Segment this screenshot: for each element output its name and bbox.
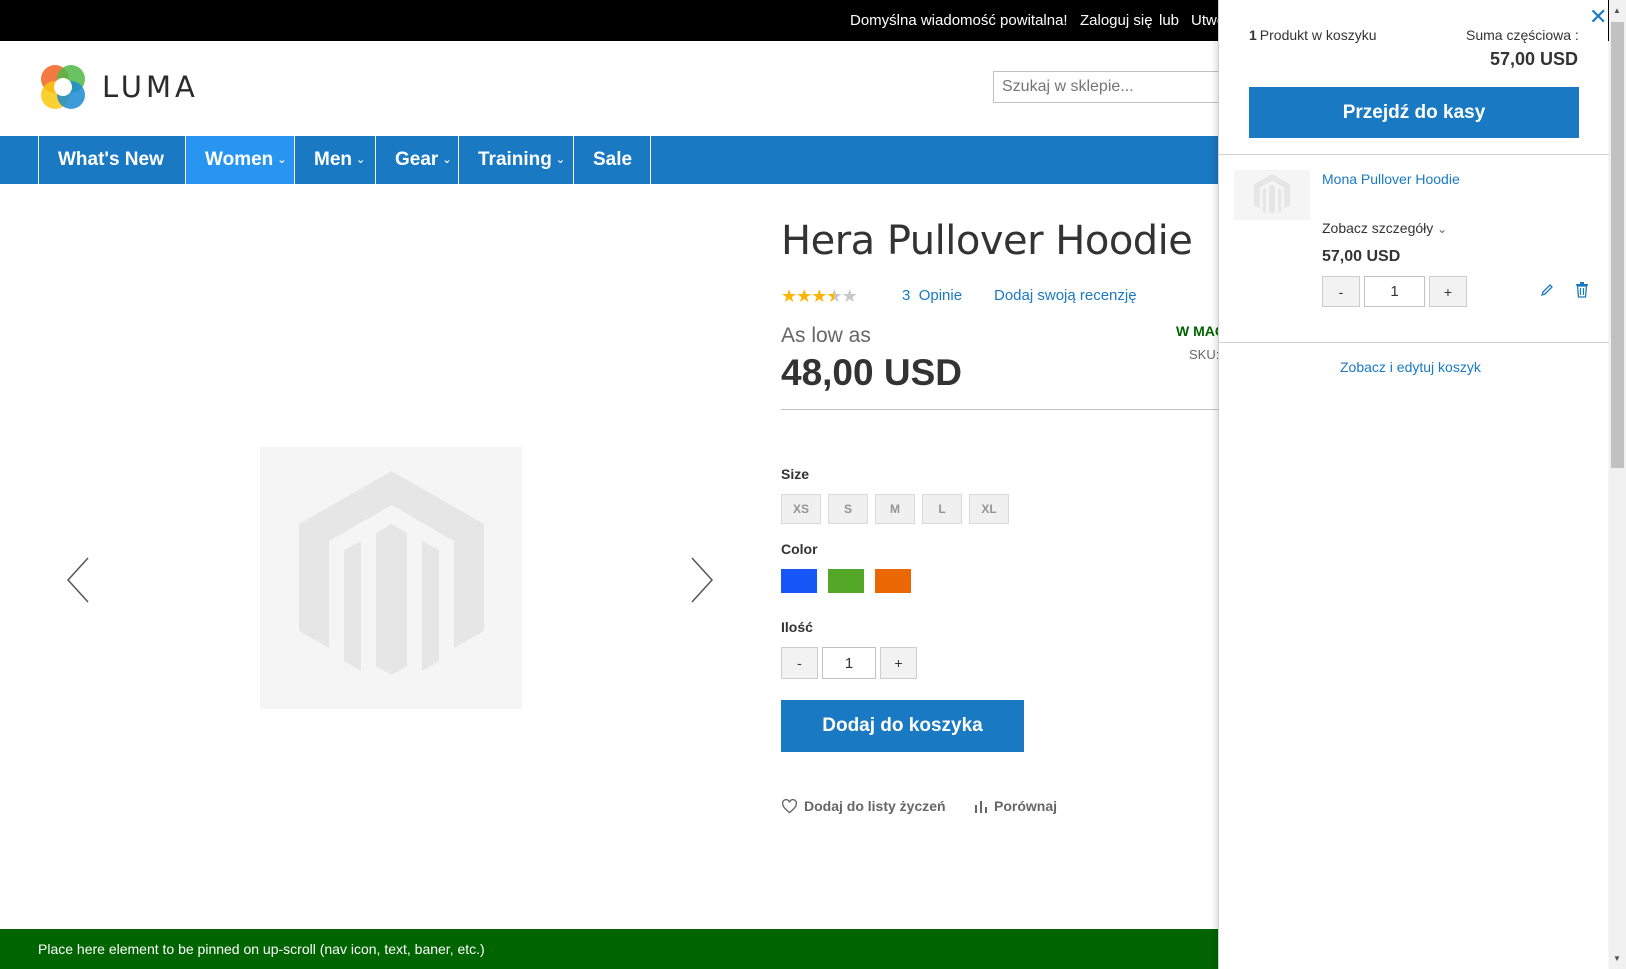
close-icon[interactable]: ✕	[1589, 4, 1607, 30]
reviews-link[interactable]: 3 Opinie	[902, 287, 962, 304]
magento-placeholder-icon	[1254, 174, 1290, 214]
heart-icon	[781, 798, 798, 814]
subtotal-value: 57,00 USD	[1490, 49, 1579, 69]
qty-plus-button[interactable]: +	[880, 647, 917, 679]
minicart-count: 1 Produkt w koszyku	[1249, 27, 1377, 43]
cart-qty-minus-button[interactable]: -	[1322, 276, 1360, 307]
cart-item-name[interactable]: Mona Pullover Hoodie	[1322, 171, 1460, 187]
trash-icon[interactable]	[1575, 282, 1589, 303]
nav-label: Women	[205, 149, 274, 170]
size-swatch-xs[interactable]: XS	[781, 494, 821, 524]
add-to-cart-button[interactable]: Dodaj do koszyka	[781, 700, 1024, 752]
star-icon: ★	[796, 286, 812, 306]
logo-text: LUMA	[102, 70, 199, 104]
product-price: 48,00 USD	[781, 352, 962, 393]
nav-item-women[interactable]: Women ⌄	[185, 136, 294, 184]
checkout-button[interactable]: Przejdź do kasy	[1249, 87, 1579, 138]
add-to-wishlist-link[interactable]: Dodaj do listy życzeń	[781, 798, 946, 814]
star-icon: ★	[811, 286, 827, 306]
nav-label: Gear	[395, 149, 439, 170]
chevron-down-icon: ⌄	[1437, 222, 1448, 236]
chevron-down-icon: ⌄	[555, 154, 566, 166]
nav-item-training[interactable]: Training ⌄	[458, 136, 573, 184]
size-swatch-s[interactable]: S	[828, 494, 868, 524]
nav-label: Training	[478, 149, 552, 170]
login-link[interactable]: Zaloguj się	[1080, 12, 1153, 29]
cart-item-thumbnail[interactable]	[1234, 170, 1310, 220]
wishlist-label: Dodaj do listy życzeń	[804, 798, 946, 814]
nav-item-whats-new[interactable]: What's New	[38, 136, 185, 184]
pinned-footer-text: Place here element to be pinned on up-sc…	[38, 941, 485, 957]
main-nav: What's New Women ⌄ Men ⌄ Gear ⌄ Training ⌄ S…	[0, 136, 1220, 184]
see-details-toggle[interactable]: Zobacz szczegóły ⌄	[1322, 220, 1447, 236]
nav-divider	[650, 136, 651, 184]
minicart-divider	[1219, 342, 1609, 343]
gallery-prev-arrow-icon[interactable]	[64, 555, 92, 610]
chevron-down-icon: ⌄	[442, 154, 452, 166]
see-details-label: Zobacz szczegóły	[1322, 220, 1434, 236]
or-text: lub	[1159, 12, 1180, 29]
minicart-divider	[1219, 154, 1609, 155]
stock-status: W MAGAZYNIE	[1176, 323, 1218, 339]
product-title: Hera Pullover Hoodie	[781, 218, 1193, 264]
size-label: Size	[781, 466, 810, 482]
search-input[interactable]	[993, 71, 1233, 103]
nav-item-men[interactable]: Men ⌄	[294, 136, 375, 184]
star-icon: ★	[781, 286, 797, 306]
luma-logo-icon	[41, 65, 85, 109]
pinned-footer-bar: Place here element to be pinned on up-sc…	[0, 929, 1220, 969]
cart-item-price: 57,00 USD	[1322, 248, 1401, 265]
color-label: Color	[781, 541, 818, 557]
chart-bars-icon	[975, 801, 987, 813]
nav-label: Sale	[593, 149, 633, 170]
minicart-panel	[1218, 0, 1608, 969]
size-swatch-m[interactable]: M	[875, 494, 915, 524]
welcome-message: Domyślna wiadomość powitalna!	[850, 12, 1068, 29]
view-edit-cart-link[interactable]: Zobacz i edytuj koszyk	[1340, 359, 1481, 375]
pencil-icon[interactable]	[1540, 283, 1554, 302]
nav-item-sale[interactable]: Sale	[573, 136, 650, 184]
qty-stepper: - +	[781, 647, 917, 679]
size-swatches: XS S M L XL	[781, 494, 1009, 524]
star-half-icon: ★	[826, 286, 842, 306]
qty-minus-button[interactable]: -	[781, 647, 818, 679]
cart-item-qty-stepper: - +	[1322, 276, 1467, 307]
qty-input[interactable]	[822, 647, 876, 679]
chevron-down-icon: ⌄	[277, 154, 287, 166]
nav-label: What's New	[58, 149, 164, 170]
minicart-count-number: 1	[1249, 27, 1257, 43]
logo[interactable]: LUMA	[38, 62, 199, 112]
nav-label: Men	[314, 149, 352, 170]
as-low-as-label: As low as	[781, 324, 871, 347]
reviews-count: 3	[902, 287, 911, 304]
color-swatch-blue[interactable]	[781, 569, 817, 593]
size-swatch-l[interactable]: L	[922, 494, 962, 524]
sku-label: SKU:	[1189, 347, 1218, 362]
compare-link[interactable]: Porównaj	[974, 798, 1057, 814]
color-swatches	[781, 569, 911, 593]
product-image	[260, 447, 522, 709]
reviews-label: Opinie	[918, 287, 963, 304]
qty-label: Ilość	[781, 619, 813, 635]
color-swatch-green[interactable]	[828, 569, 864, 593]
gallery-next-arrow-icon[interactable]	[688, 555, 716, 610]
star-empty-icon: ★	[841, 286, 858, 306]
stock-sku-clip: W MAGAZYNIE SKU:	[1170, 318, 1218, 368]
subtotal-label: Suma częściowa :	[1466, 27, 1579, 43]
scroll-down-arrow-icon[interactable]: ▼	[1613, 954, 1621, 963]
cart-qty-plus-button[interactable]: +	[1429, 276, 1467, 307]
nav-item-gear[interactable]: Gear ⌄	[375, 136, 458, 184]
chevron-down-icon: ⌄	[356, 154, 366, 166]
compare-label: Porównaj	[994, 798, 1058, 814]
cart-qty-input[interactable]	[1364, 276, 1425, 307]
add-review-link[interactable]: Dodaj swoją recenzję	[994, 287, 1137, 304]
price-divider	[781, 409, 1221, 410]
magento-placeholder-icon	[298, 470, 484, 675]
scroll-up-arrow-icon[interactable]: ▲	[1613, 6, 1621, 15]
scrollbar-thumb[interactable]	[1611, 22, 1624, 468]
minicart-count-label: Produkt w koszyku	[1259, 27, 1377, 43]
rating-stars: ★★★★★	[781, 286, 858, 307]
size-swatch-xl[interactable]: XL	[969, 494, 1009, 524]
color-swatch-orange[interactable]	[875, 569, 911, 593]
